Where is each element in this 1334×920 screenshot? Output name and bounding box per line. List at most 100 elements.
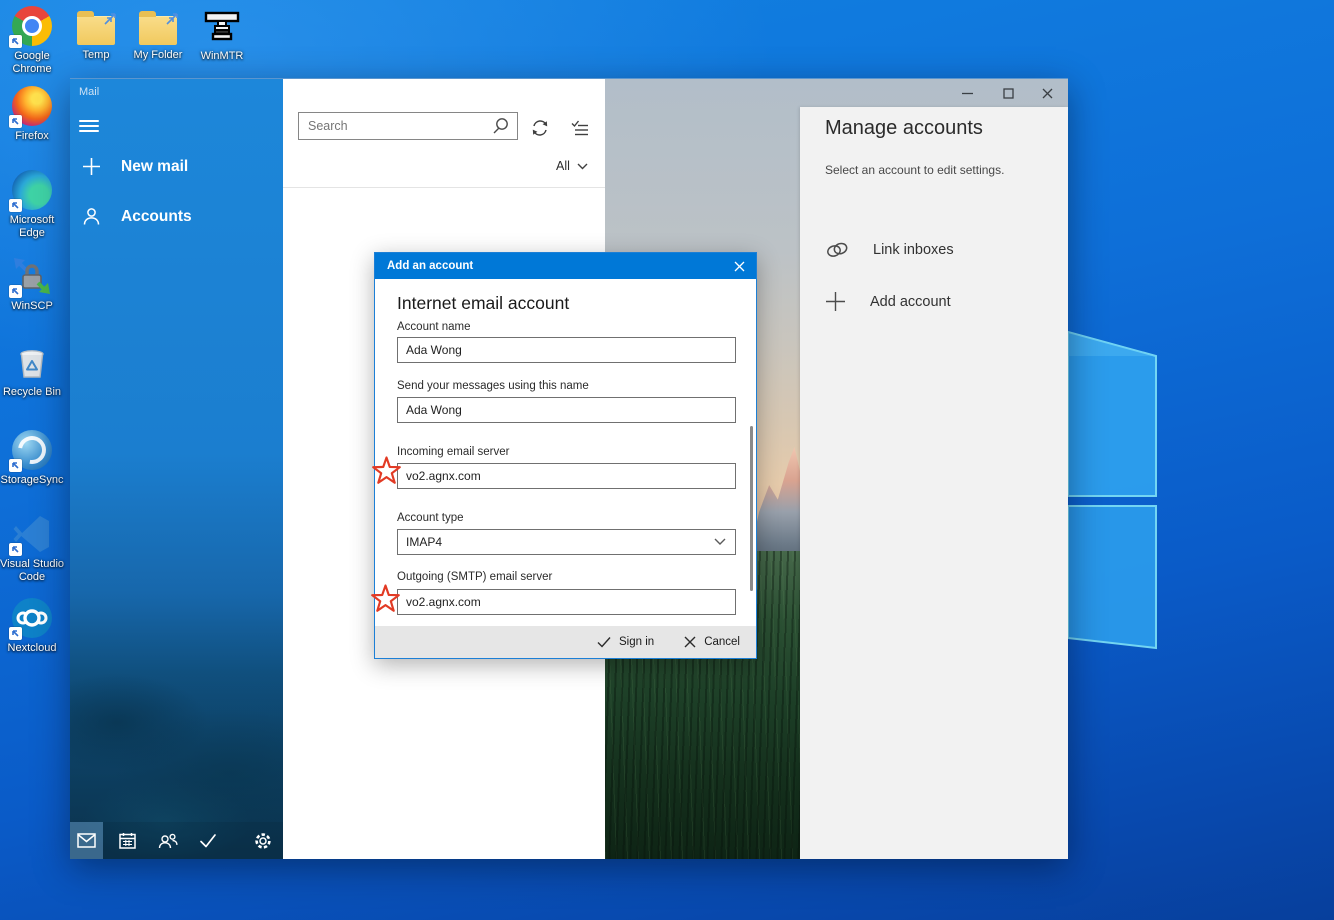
minimize-button[interactable] xyxy=(958,84,976,102)
mail-icon xyxy=(77,833,96,848)
account-type-select[interactable]: IMAP4 xyxy=(397,529,736,555)
annotation-star-incoming-server xyxy=(371,456,402,487)
manage-accounts-panel: Manage accounts Select an account to edi… xyxy=(800,107,1068,859)
desktop-icon-recycle-bin[interactable]: Recycle Bin xyxy=(0,342,64,399)
desktop-icon-visual-studio-code[interactable]: Visual Studio Code xyxy=(0,514,64,584)
incoming-server-field[interactable] xyxy=(397,463,736,489)
folder-share-arrows-icon xyxy=(103,12,117,26)
folder-share-arrows-icon xyxy=(165,12,179,26)
selection-mode-button[interactable] xyxy=(570,118,590,138)
shortcut-arrow-icon xyxy=(9,199,22,212)
close-icon xyxy=(1042,88,1053,99)
nextcloud-icon xyxy=(12,598,52,638)
chrome-icon xyxy=(12,6,52,46)
desktop-icon-label: WinMTR xyxy=(201,50,244,63)
incoming-server-label: Incoming email server xyxy=(397,446,509,458)
desktop-icon-label: Temp xyxy=(83,49,110,62)
maximize-icon xyxy=(1003,88,1014,99)
desktop-icon-winmtr[interactable]: WinMTR xyxy=(190,6,254,63)
close-button[interactable] xyxy=(1038,84,1056,102)
outgoing-server-label: Outgoing (SMTP) email server xyxy=(397,571,552,583)
desktop-icon-label: StorageSync xyxy=(1,474,64,487)
accounts-button[interactable]: Accounts xyxy=(82,207,192,226)
winscp-icon xyxy=(12,256,52,296)
add-account-dialog: Add an account Internet email account Ac… xyxy=(374,252,757,659)
hamburger-menu-icon[interactable] xyxy=(79,117,99,133)
desktop-icon-label: Microsoft Edge xyxy=(0,214,64,240)
desktop-icon-label: Nextcloud xyxy=(8,642,57,655)
chevron-down-icon xyxy=(577,163,588,170)
plus-icon xyxy=(82,157,101,176)
folder-icon xyxy=(139,16,177,45)
link-icon xyxy=(825,241,849,259)
maximize-button[interactable] xyxy=(999,84,1017,102)
nav-calendar-button[interactable] xyxy=(111,822,144,859)
edge-icon xyxy=(12,170,52,210)
desktop: Google Chrome Temp My Folder WinMTR xyxy=(0,0,1334,920)
nav-people-button[interactable] xyxy=(151,822,184,859)
desktop-icon-firefox[interactable]: Firefox xyxy=(0,86,64,143)
todo-check-icon xyxy=(199,833,217,848)
desktop-icon-storagesync[interactable]: StorageSync xyxy=(0,430,64,487)
manage-accounts-title: Manage accounts xyxy=(825,117,983,140)
nav-mail-button[interactable] xyxy=(70,822,103,859)
wallpaper-windows-logo xyxy=(1068,326,1160,656)
outgoing-server-field[interactable] xyxy=(397,589,736,615)
desktop-icon-label: Recycle Bin xyxy=(3,386,61,399)
account-name-field[interactable] xyxy=(397,337,736,363)
cancel-button[interactable]: Cancel xyxy=(684,636,740,648)
sign-in-label: Sign in xyxy=(619,636,654,648)
nav-settings-button[interactable] xyxy=(246,822,279,859)
dialog-close-button[interactable] xyxy=(722,253,756,279)
desktop-icon-winscp[interactable]: WinSCP xyxy=(0,256,64,313)
dialog-titlebar: Add an account xyxy=(375,253,756,279)
new-mail-button[interactable]: New mail xyxy=(82,157,188,176)
sync-button[interactable] xyxy=(530,118,550,138)
calendar-icon xyxy=(119,832,136,849)
sync-icon xyxy=(530,118,550,138)
add-account-button[interactable]: Add account xyxy=(825,291,951,312)
vscode-icon xyxy=(12,514,52,554)
link-inboxes-label: Link inboxes xyxy=(873,242,954,258)
checklist-icon xyxy=(570,118,590,138)
minimize-icon xyxy=(962,88,973,99)
filter-all-dropdown[interactable]: All xyxy=(556,159,588,173)
link-inboxes-button[interactable]: Link inboxes xyxy=(825,241,954,259)
desktop-icon-label: Visual Studio Code xyxy=(0,558,64,584)
person-icon xyxy=(82,207,101,226)
desktop-icon-google-chrome[interactable]: Google Chrome xyxy=(0,6,64,76)
new-mail-label: New mail xyxy=(121,158,188,176)
sign-in-button[interactable]: Sign in xyxy=(597,636,654,648)
desktop-icon-my-folder[interactable]: My Folder xyxy=(126,8,190,62)
list-divider xyxy=(283,187,605,188)
account-type-label: Account type xyxy=(397,512,463,524)
manage-accounts-subtitle: Select an account to edit settings. xyxy=(825,163,1004,177)
folder-icon xyxy=(77,16,115,45)
nav-todo-button[interactable] xyxy=(191,822,224,859)
desktop-icon-temp[interactable]: Temp xyxy=(64,8,128,62)
shortcut-arrow-icon xyxy=(9,285,22,298)
storagesync-icon xyxy=(12,430,52,470)
firefox-icon xyxy=(12,86,52,126)
shortcut-arrow-icon xyxy=(9,35,22,48)
winmtr-icon xyxy=(202,6,242,46)
search-box[interactable] xyxy=(298,112,518,140)
people-icon xyxy=(158,833,178,849)
recycle-bin-icon xyxy=(12,342,52,382)
dialog-footer: Sign in Cancel xyxy=(375,626,756,658)
desktop-icon-nextcloud[interactable]: Nextcloud xyxy=(0,598,64,655)
desktop-icon-label: My Folder xyxy=(134,49,183,62)
send-name-label: Send your messages using this name xyxy=(397,380,589,392)
annotation-star-outgoing-server xyxy=(370,584,401,615)
shortcut-arrow-icon xyxy=(9,543,22,556)
dialog-scrollbar[interactable] xyxy=(750,426,753,591)
desktop-icon-microsoft-edge[interactable]: Microsoft Edge xyxy=(0,170,64,240)
shortcut-arrow-icon xyxy=(9,627,22,640)
shortcut-arrow-icon xyxy=(9,115,22,128)
search-icon[interactable] xyxy=(491,116,517,136)
shortcut-arrow-icon xyxy=(9,459,22,472)
send-name-field[interactable] xyxy=(397,397,736,423)
gear-icon xyxy=(254,832,272,850)
search-input[interactable] xyxy=(299,119,491,133)
mail-sidebar: Mail New mail Accounts xyxy=(70,79,283,859)
